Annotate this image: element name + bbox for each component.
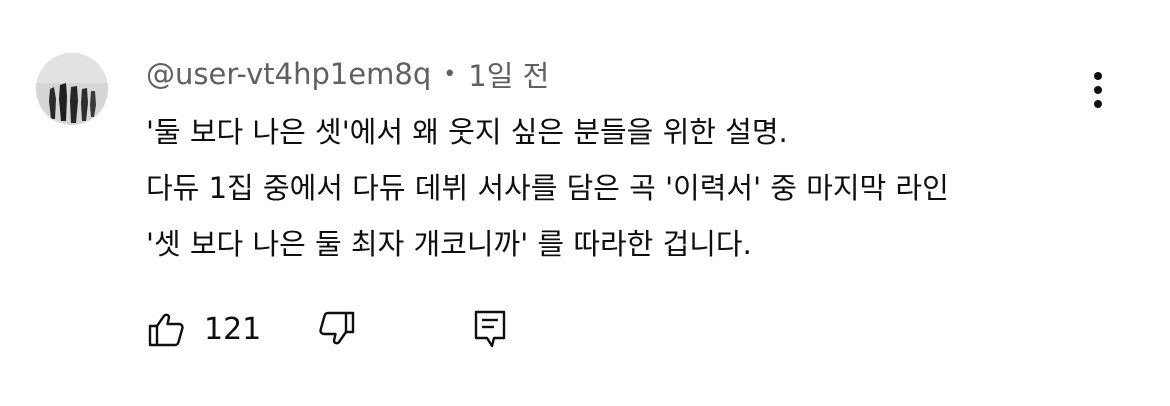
dislike-button[interactable] (317, 309, 357, 349)
reply-comment-icon (475, 310, 506, 348)
comment-line: '둘 보다 나은 셋'에서 왜 웃지 싶은 분들을 위한 설명. (146, 115, 788, 149)
like-button[interactable]: 121 (146, 309, 261, 349)
like-count: 121 (204, 311, 262, 347)
comment-body: '둘 보다 나은 셋'에서 왜 웃지 싶은 분들을 위한 설명. 다듀 1집 중… (146, 104, 1096, 272)
comment-line: '셋 보다 나은 둘 최자 개코니까' 를 따라한 겁니다. (146, 227, 752, 261)
comment-actions: 121 (146, 306, 508, 352)
thumbs-up-icon (148, 313, 184, 347)
comment-line: 다듀 1집 중에서 다듀 데뷔 서사를 담은 곡 '이력서' 중 마지막 라인 (146, 171, 949, 205)
author-name[interactable]: @user-vt4hp1em8q (146, 57, 431, 91)
reply-button[interactable] (472, 308, 508, 350)
separator-dot: • (443, 61, 457, 87)
comment-header: @user-vt4hp1em8q • 1일 전 (146, 52, 549, 96)
avatar[interactable] (36, 53, 108, 125)
comment-timestamp[interactable]: 1일 전 (468, 53, 549, 95)
thumbs-down-icon (319, 311, 355, 345)
avatar-image (36, 53, 108, 125)
